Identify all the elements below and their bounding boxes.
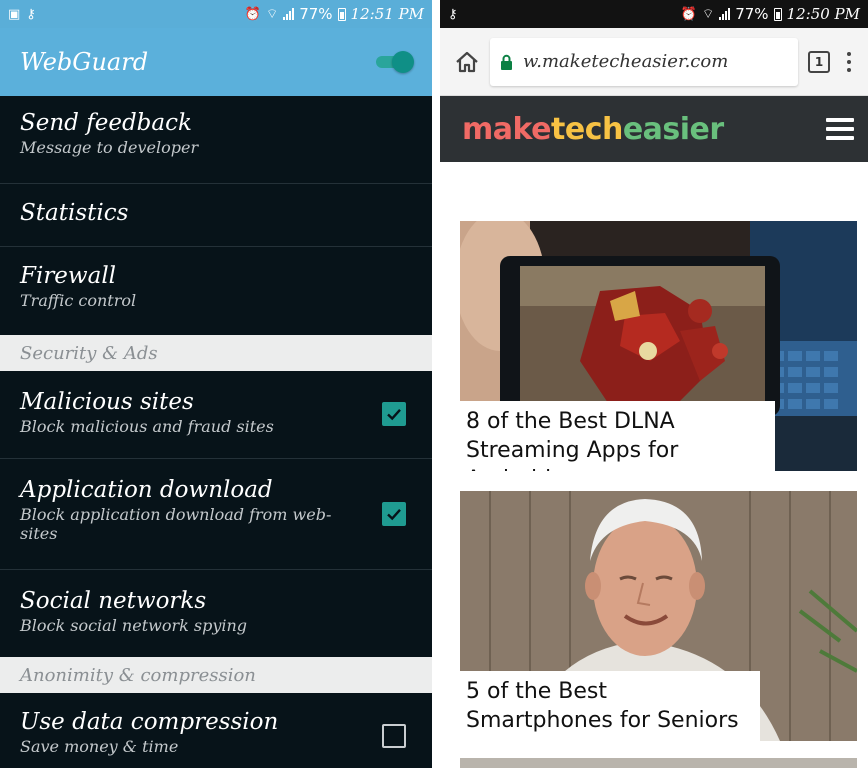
- item-subtitle: Message to developer: [20, 138, 199, 157]
- item-title: Firewall: [20, 263, 117, 289]
- list-item-malicious-sites[interactable]: Malicious sites Block malicious and frau…: [0, 371, 432, 459]
- settings-list: Send feedback Message to developer Stati…: [0, 96, 432, 768]
- article-card[interactable]: 5 of the Best Smartphones for Seniors: [460, 491, 857, 741]
- alarm-icon: ⏰: [680, 6, 697, 22]
- item-title: Malicious sites: [20, 389, 194, 415]
- section-header-anonimity: Anonimity & compression: [0, 657, 432, 693]
- list-item-statistics[interactable]: Statistics: [0, 184, 432, 247]
- more-menu-icon[interactable]: [840, 51, 858, 72]
- list-item-social-networks[interactable]: Social networks Block social network spy…: [0, 570, 432, 657]
- item-subtitle: Block social network spying: [20, 616, 248, 635]
- tab-switcher-button[interactable]: 1: [808, 50, 830, 73]
- status-bar: ⚷ ⏰ ⌔ 77% 12:50 PM: [440, 0, 868, 28]
- item-subtitle: Save money & time: [20, 737, 179, 756]
- key-icon: ⚷: [448, 6, 458, 22]
- item-title: Social networks: [20, 588, 207, 614]
- screen-divider: [432, 0, 440, 768]
- key-icon: ⚷: [26, 6, 36, 22]
- list-item-firewall[interactable]: Firewall Traffic control: [0, 247, 432, 335]
- signal-icon: [719, 8, 731, 20]
- browser-screen: ⚷ ⏰ ⌔ 77% 12:50 PM w.maketecheasier.com …: [440, 0, 868, 768]
- article-title[interactable]: 5 of the Best Smartphones for Seniors: [460, 671, 760, 741]
- clock: 12:51 PM: [350, 5, 424, 23]
- app-title: WebGuard: [20, 48, 149, 76]
- item-subtitle: Block malicious and fraud sites: [20, 417, 274, 436]
- home-icon[interactable]: [454, 49, 480, 75]
- battery-percent: 77%: [735, 5, 769, 23]
- article-card[interactable]: 8 of the Best DLNA Streaming Apps for An…: [460, 221, 857, 471]
- next-article-image: [460, 758, 857, 768]
- toggle-thumb: [392, 51, 414, 73]
- battery-percent: 77%: [299, 5, 333, 23]
- signal-icon: [283, 8, 295, 20]
- list-item-data-compression[interactable]: Use data compression Save money & time: [0, 693, 432, 768]
- wifi-icon: ⌔: [265, 6, 279, 22]
- item-title: Application download: [20, 477, 273, 503]
- check-icon: [387, 508, 401, 521]
- list-item-send-feedback[interactable]: Send feedback Message to developer: [0, 96, 432, 184]
- section-header-security: Security & Ads: [0, 335, 432, 371]
- clock: 12:50 PM: [786, 5, 860, 23]
- application-download-checkbox[interactable]: [382, 502, 406, 526]
- status-bar: ▣ ⚷ ⏰ ⌔ 77% 12:51 PM: [0, 0, 432, 28]
- alarm-icon: ⏰: [244, 6, 261, 22]
- item-title: Use data compression: [20, 709, 279, 735]
- list-item-application-download[interactable]: Application download Block application d…: [0, 459, 432, 570]
- item-subtitle: Traffic control: [20, 291, 137, 310]
- url-text: w.maketecheasier.com: [523, 51, 729, 72]
- app-bar: WebGuard: [0, 28, 432, 96]
- lock-icon: [500, 54, 513, 70]
- malicious-sites-checkbox[interactable]: [382, 402, 406, 426]
- browser-toolbar: w.maketecheasier.com 1: [440, 28, 868, 96]
- site-logo[interactable]: maketecheasier: [462, 112, 724, 147]
- item-title: Send feedback: [20, 110, 192, 136]
- check-icon: [387, 408, 401, 421]
- hamburger-menu-icon[interactable]: [826, 118, 854, 140]
- site-header: maketecheasier: [440, 96, 868, 162]
- address-bar[interactable]: w.maketecheasier.com: [490, 37, 798, 86]
- article-title[interactable]: 8 of the Best DLNA Streaming Apps for An…: [460, 401, 775, 471]
- battery-icon: [773, 7, 782, 21]
- data-compression-checkbox[interactable]: [382, 724, 406, 748]
- battery-icon: [337, 7, 346, 21]
- item-subtitle: Block application download from web-site…: [20, 505, 332, 543]
- item-title: Statistics: [20, 200, 129, 226]
- protection-toggle[interactable]: [374, 50, 414, 74]
- webguard-screen: ▣ ⚷ ⏰ ⌔ 77% 12:51 PM WebGuard Send feedb…: [0, 0, 432, 768]
- wifi-icon: ⌔: [701, 6, 715, 22]
- screenshot-notification-icon: ▣: [8, 6, 21, 22]
